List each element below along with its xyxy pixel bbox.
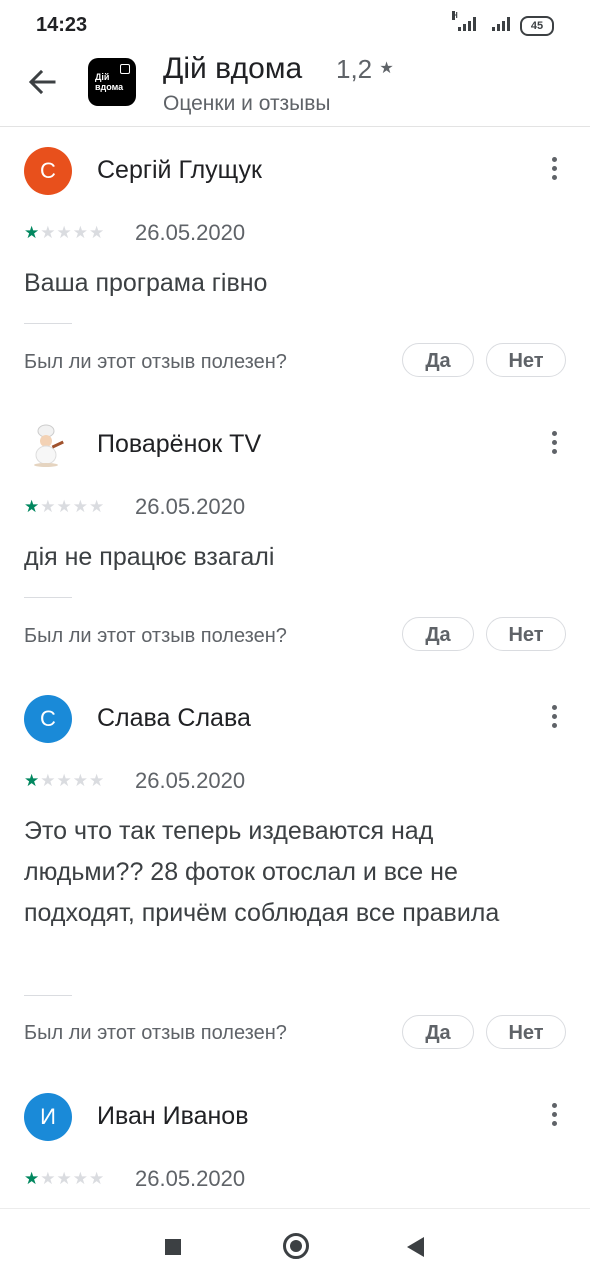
- square-icon[interactable]: [165, 1239, 181, 1255]
- more-vert-icon[interactable]: [542, 431, 566, 459]
- avatar: [24, 421, 72, 469]
- star-empty-icon: ★: [56, 223, 72, 242]
- house-icon: [120, 64, 130, 74]
- review-date: 26.05.2020: [135, 768, 246, 793]
- divider: [24, 597, 72, 598]
- divider: [24, 995, 72, 996]
- reviewer-name: Иван Иванов: [97, 1102, 249, 1130]
- battery-icon: 45: [520, 16, 554, 36]
- star-empty-icon: ★: [89, 771, 105, 790]
- app-logo: Дій вдома: [88, 58, 136, 106]
- review-date: 26.05.2020: [135, 1166, 246, 1191]
- star-empty-icon: ★: [72, 223, 88, 242]
- app-bar: Дій вдома Дій вдома 1,2 ★ Оценки и отзыв…: [0, 50, 590, 127]
- star-empty-icon: ★: [40, 1169, 56, 1188]
- status-time: 14:23: [36, 14, 88, 36]
- avatar: С: [24, 695, 72, 743]
- helpful-question: Был ли этот отзыв полезен?: [24, 351, 287, 373]
- chef-avatar-icon: [34, 424, 64, 467]
- review-date: 26.05.2020: [135, 220, 246, 245]
- helpful-yes-button[interactable]: Да: [402, 1015, 474, 1049]
- review-text: Это что так теперь издеваются над людьми…: [24, 817, 500, 927]
- divider: [24, 323, 72, 324]
- helpful-yes-button[interactable]: Да: [402, 343, 474, 377]
- helpful-no-button[interactable]: Нет: [486, 343, 566, 377]
- helpful-no-button[interactable]: Нет: [486, 617, 566, 651]
- signal-icon: H: [452, 11, 476, 31]
- more-vert-icon[interactable]: [542, 1103, 566, 1131]
- more-vert-icon[interactable]: [542, 705, 566, 733]
- star-rating: ★ ★ ★ ★ ★: [24, 224, 104, 242]
- star-icon: ★: [379, 60, 394, 77]
- reviewer-name: Поварёнок TV: [97, 430, 262, 458]
- star-rating: ★ ★ ★ ★ ★: [24, 772, 104, 790]
- star-filled-icon: ★: [24, 223, 40, 242]
- more-vert-icon[interactable]: [542, 157, 566, 185]
- avatar: И: [24, 1093, 72, 1141]
- star-empty-icon: ★: [89, 497, 105, 516]
- star-empty-icon: ★: [89, 1169, 105, 1188]
- star-empty-icon: ★: [40, 497, 56, 516]
- system-nav-bar: [0, 1208, 590, 1281]
- avatar: С: [24, 147, 72, 195]
- reviewer-name: Слава Слава: [97, 704, 251, 732]
- star-empty-icon: ★: [56, 497, 72, 516]
- review-date: 26.05.2020: [135, 494, 246, 519]
- star-empty-icon: ★: [72, 497, 88, 516]
- review-text: Ваша програма гівно: [24, 269, 268, 297]
- reviewer-name: Сергій Глущук: [97, 156, 262, 184]
- star-rating: ★ ★ ★ ★ ★: [24, 1170, 104, 1188]
- star-empty-icon: ★: [72, 771, 88, 790]
- star-rating: ★ ★ ★ ★ ★: [24, 498, 104, 516]
- helpful-question: Был ли этот отзыв полезен?: [24, 1022, 287, 1044]
- star-empty-icon: ★: [56, 771, 72, 790]
- star-empty-icon: ★: [40, 771, 56, 790]
- signal-icon-2: [492, 17, 510, 31]
- page-subtitle: Оценки и отзывы: [163, 92, 331, 115]
- review-text: дія не працює взагалі: [24, 543, 275, 571]
- app-title: Дій вдома: [163, 52, 303, 85]
- app-rating: 1,2 ★: [336, 54, 394, 84]
- star-empty-icon: ★: [40, 223, 56, 242]
- star-filled-icon: ★: [24, 771, 40, 790]
- star-empty-icon: ★: [89, 223, 105, 242]
- star-empty-icon: ★: [72, 1169, 88, 1188]
- star-empty-icon: ★: [56, 1169, 72, 1188]
- back-arrow-icon[interactable]: [24, 64, 60, 100]
- status-bar: 14:23 H 45: [0, 0, 590, 50]
- star-filled-icon: ★: [24, 1169, 40, 1188]
- helpful-question: Был ли этот отзыв полезен?: [24, 625, 287, 647]
- helpful-no-button[interactable]: Нет: [486, 1015, 566, 1049]
- helpful-yes-button[interactable]: Да: [402, 617, 474, 651]
- triangle-back-icon[interactable]: [407, 1237, 424, 1257]
- star-filled-icon: ★: [24, 497, 40, 516]
- home-circle-icon[interactable]: [283, 1233, 309, 1259]
